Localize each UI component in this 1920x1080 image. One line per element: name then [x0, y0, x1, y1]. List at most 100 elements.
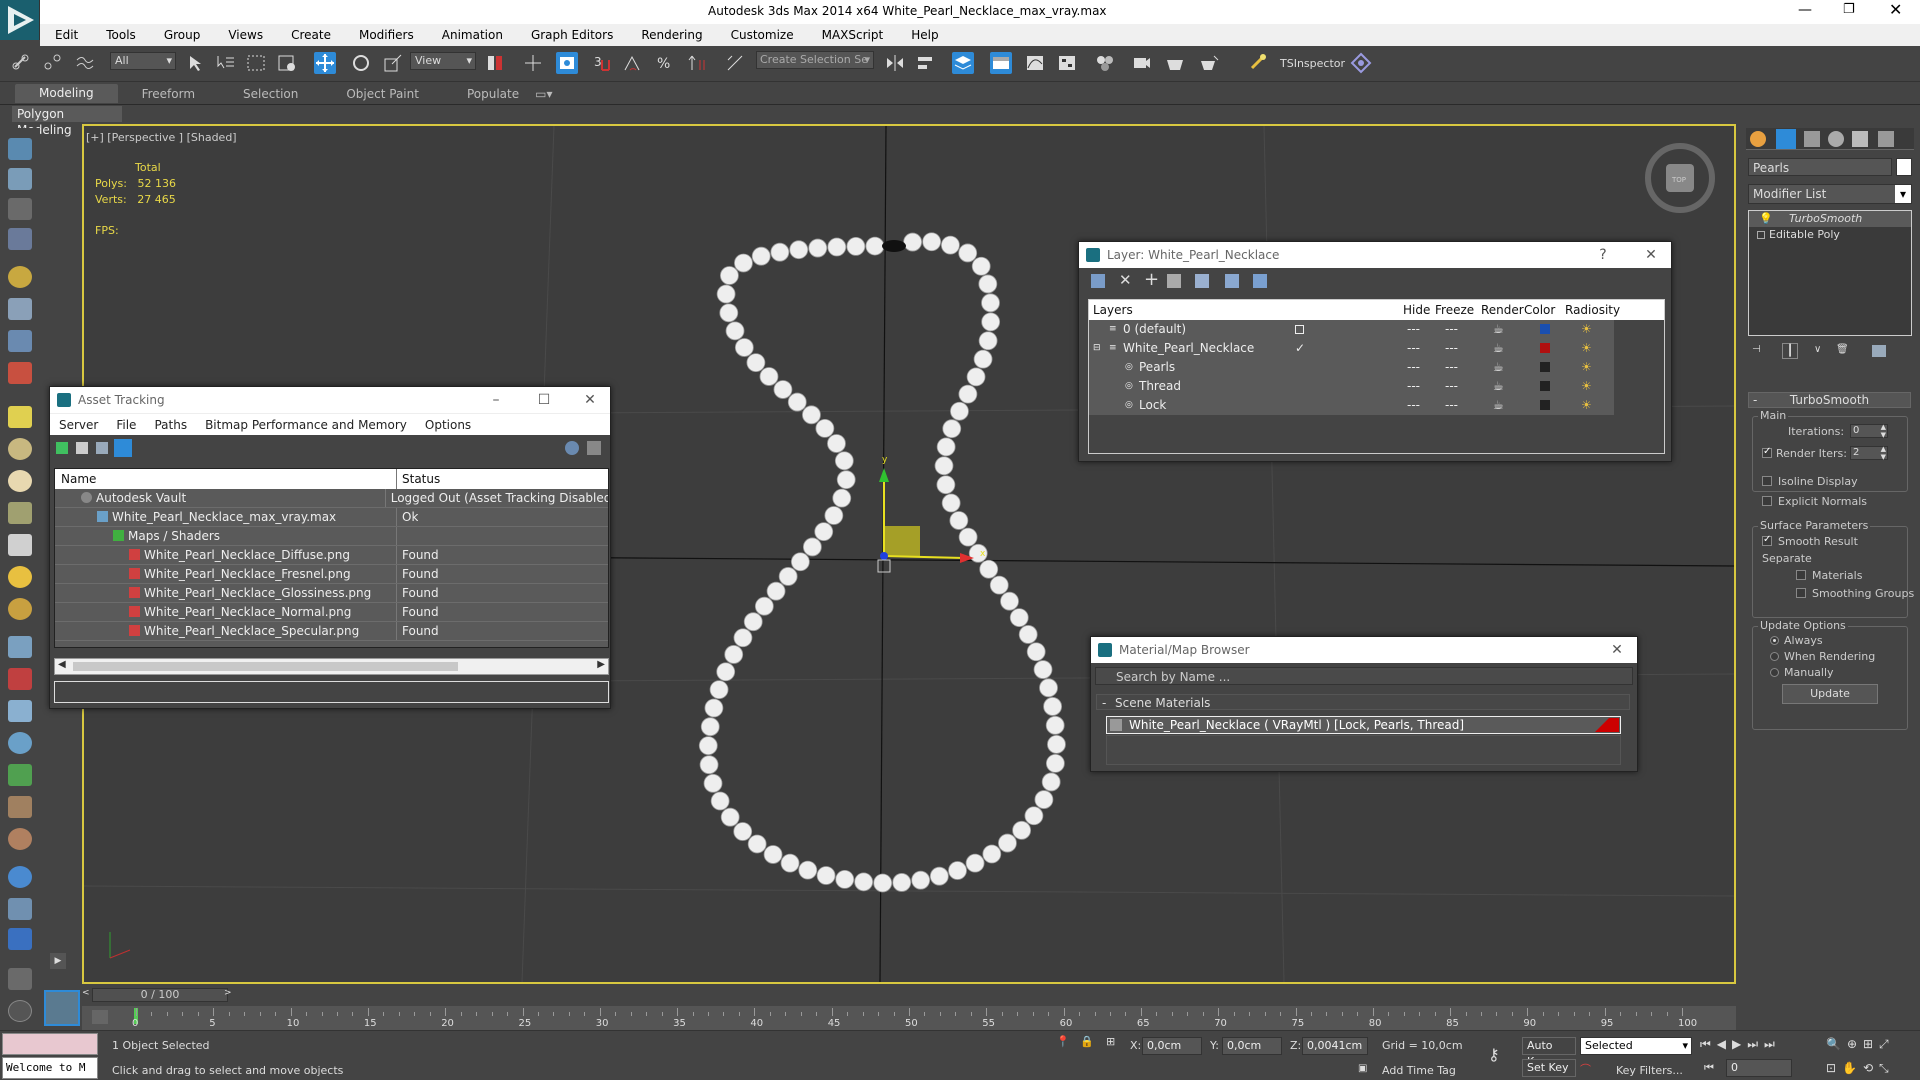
table-row[interactable]: White_Pearl_Necklace_Diffuse.png Found [55, 546, 608, 565]
modify-tab-icon[interactable] [1776, 129, 1796, 149]
motion-tab-icon[interactable] [1828, 131, 1844, 147]
menu-help[interactable]: Help [896, 28, 951, 42]
play-small-icon[interactable]: ▶ [50, 953, 66, 969]
smoothing-groups-checkbox[interactable] [1796, 588, 1806, 598]
materials-checkbox[interactable] [1796, 570, 1806, 580]
lightbulb-icon[interactable]: 💡 [1759, 211, 1773, 227]
render-toggle-icon[interactable]: ☕ [1493, 377, 1504, 396]
menu-options[interactable]: Options [416, 418, 480, 432]
menu-graph-editors[interactable]: Graph Editors [516, 28, 626, 42]
snaps-toggle-icon[interactable]: 3 [592, 52, 614, 74]
menu-customize[interactable]: Customize [716, 28, 807, 42]
freeze-toggle-icon[interactable]: --- [1445, 358, 1458, 377]
hemisphere-icon[interactable] [8, 438, 32, 460]
help-icon[interactable] [8, 1000, 32, 1022]
stack-item-editable-poly[interactable]: Editable Poly [1749, 227, 1911, 243]
radiosity-icon[interactable]: ☀ [1581, 358, 1592, 377]
refresh-icon[interactable] [56, 442, 68, 454]
table-row[interactable]: White_Pearl_Necklace_Fresnel.png Found [55, 565, 608, 584]
mirror-icon[interactable] [884, 52, 906, 74]
necklace-lock[interactable] [882, 240, 906, 252]
next-frame-icon[interactable]: > [224, 988, 232, 998]
proxy-icon[interactable] [8, 668, 32, 690]
minimize-icon[interactable]: — [1798, 2, 1812, 18]
table-row[interactable]: White_Pearl_Necklace_Normal.png Found [55, 603, 608, 622]
absolute-mode-icon[interactable]: ⊞ [1106, 1035, 1115, 1048]
settings-icon[interactable] [587, 441, 601, 455]
viewport-label[interactable]: [+] [Perspective ] [Shaded] [86, 131, 237, 144]
cone-icon[interactable] [8, 534, 32, 556]
layer-color-swatch[interactable] [1540, 381, 1550, 391]
hide-toggle-icon[interactable]: --- [1407, 320, 1420, 339]
utilities-tab-icon[interactable] [1878, 131, 1894, 147]
smooth-result-checkbox[interactable] [1762, 534, 1772, 546]
layer-row-pearls[interactable]: ◎ Pearls --- --- ☕ ☀ [1089, 358, 1614, 377]
playback-controls[interactable]: ⏮◀▶⏭⏭ [1700, 1037, 1781, 1052]
render-production-icon[interactable] [1198, 52, 1220, 74]
collapse-icon[interactable]: - [1753, 393, 1757, 407]
always-radio[interactable] [1770, 636, 1779, 645]
configure-sets-icon[interactable] [1872, 345, 1886, 357]
help-icon[interactable] [565, 441, 579, 455]
link-icon[interactable] [10, 52, 32, 74]
rectangular-selection-icon[interactable] [245, 52, 267, 74]
manually-radio[interactable] [1770, 668, 1779, 677]
render-toggle-icon[interactable]: ☕ [1493, 358, 1504, 377]
collapse-icon[interactable]: - [1102, 695, 1106, 711]
show-end-result-icon[interactable]: ┃ [1782, 343, 1798, 359]
time-tag-icon[interactable]: ▣ [1358, 1063, 1367, 1074]
column-color[interactable]: Color [1524, 300, 1555, 320]
app-logo-icon[interactable] [0, 0, 40, 40]
table-row[interactable]: Maps / Shaders [55, 527, 608, 546]
viewport-nav-controls-2[interactable]: ⊡✋⟲⤡ [1826, 1061, 1895, 1076]
record-icon[interactable] [8, 362, 32, 384]
layer-color-swatch[interactable] [1540, 400, 1550, 410]
menu-edit[interactable]: Edit [40, 28, 91, 42]
pivot-center-icon[interactable] [484, 52, 506, 74]
render-iters-checkbox[interactable] [1762, 446, 1772, 458]
curve-editor-icon[interactable] [1024, 52, 1046, 74]
menu-maxscript[interactable]: MAXScript [807, 28, 897, 42]
open-mini-curve-editor-icon[interactable] [92, 1010, 108, 1024]
menu-paths[interactable]: Paths [145, 418, 196, 432]
hf-icon[interactable] [8, 796, 32, 818]
material-search-input[interactable]: Search by Name ... [1095, 667, 1633, 685]
asset-tracking-titlebar[interactable]: Asset Tracking – ☐ ✕ [50, 387, 610, 413]
new-layer-icon[interactable] [1091, 274, 1105, 288]
spinner-snap-icon[interactable] [686, 52, 708, 74]
time-slider[interactable]: 0 / 100 [92, 988, 228, 1002]
sound-icon[interactable] [8, 330, 32, 352]
layer-row-thread[interactable]: ◎ Thread --- --- ☕ ☀ [1089, 377, 1614, 396]
hierarchy-tab-icon[interactable] [1804, 131, 1820, 147]
reference-coordinate-dropdown[interactable]: View ▾ [410, 52, 476, 70]
spinner-arrows-icon[interactable]: ▲ ▼ [1881, 445, 1886, 461]
pin-stack-icon[interactable]: ⊣ [1752, 344, 1761, 355]
help-icon[interactable]: ? [1583, 242, 1623, 268]
batch-icon[interactable] [8, 898, 32, 920]
manipulate-icon[interactable] [522, 52, 544, 74]
grid-icon[interactable] [8, 228, 32, 250]
toggle-ribbon-icon[interactable] [990, 52, 1012, 74]
viewport-nav-controls[interactable]: 🔍⊕⊞⤢ [1826, 1037, 1895, 1052]
radiosity-icon[interactable]: ☀ [1581, 377, 1592, 396]
key-icon[interactable]: ⚷ [1488, 1045, 1500, 1064]
menu-group[interactable]: Group [149, 28, 214, 42]
selection-filter-dropdown[interactable]: All ▾ [110, 52, 176, 70]
column-hide[interactable]: Hide [1403, 300, 1430, 320]
make-unique-icon[interactable]: ∨ [1814, 344, 1821, 355]
render-toggle-icon[interactable]: ☕ [1493, 320, 1504, 339]
layer-row-lock[interactable]: ◎ Lock --- --- ☕ ☀ [1089, 396, 1614, 415]
layer-color-swatch[interactable] [1540, 362, 1550, 372]
menu-modifiers[interactable]: Modifiers [344, 28, 427, 42]
column-radiosity[interactable]: Radiosity [1565, 300, 1620, 320]
light-icon[interactable] [8, 266, 32, 288]
menu-animation[interactable]: Animation [427, 28, 516, 42]
rendered-frame-window-icon[interactable] [1164, 52, 1186, 74]
freeze-toggle-icon[interactable]: --- [1445, 396, 1458, 415]
ts-inspector-icon[interactable] [1248, 52, 1270, 74]
minimize-icon[interactable]: – [476, 387, 516, 413]
tab-modeling[interactable]: Modeling [15, 84, 118, 103]
select-and-scale-icon[interactable] [382, 52, 404, 74]
plane-icon[interactable] [8, 406, 32, 428]
material-browser-titlebar[interactable]: Material/Map Browser ✕ [1091, 637, 1637, 663]
